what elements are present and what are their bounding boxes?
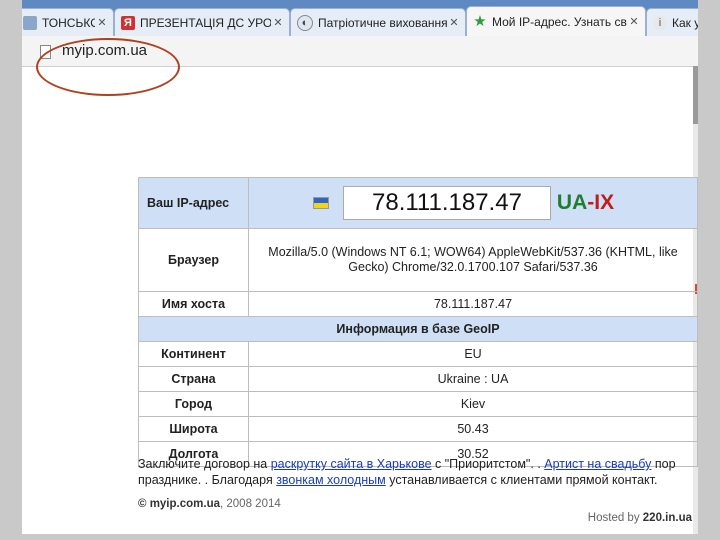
close-icon[interactable]: ✕ — [627, 15, 641, 28]
copyright: © myip.com.ua, 2008 2014 — [138, 498, 281, 510]
country-value: Ukraine : UA — [248, 366, 698, 392]
tab-1[interactable]: ТОНСЬКОЇ З ✕ — [22, 8, 114, 36]
promo-note: Заключите договор на раскрутку сайта в Х… — [138, 456, 698, 488]
continent-value: EU — [248, 341, 698, 367]
ip-address-value: 78.111.187.47 — [343, 186, 551, 220]
close-icon[interactable]: ✕ — [447, 16, 461, 29]
close-icon[interactable]: ✕ — [271, 16, 285, 29]
info-icon: i — [653, 15, 667, 30]
ukraine-flag-icon — [313, 197, 329, 209]
tab-bar: ТОНСЬКОЇ З ✕ Я ПРЕЗЕНТАЦІЯ ДС УРОКУ ✕ ◐ … — [22, 0, 698, 36]
isp-ix: IX — [594, 191, 615, 214]
web-icon: ◐ — [297, 14, 313, 31]
yandex-icon: Я — [121, 15, 135, 30]
city-value: Kiev — [248, 391, 698, 417]
slide-frame-right — [698, 0, 720, 540]
geoip-header-row: Информация в базе GeoIP — [138, 316, 698, 342]
table-row: Широта 50.43 — [138, 416, 698, 442]
artist-link[interactable]: Артист на свадьбу — [544, 457, 651, 471]
city-label: Город — [138, 391, 249, 417]
host-label: Имя хоста — [138, 291, 249, 317]
slide-frame-left — [0, 0, 22, 540]
host-row: Имя хоста 78.111.187.47 — [138, 291, 698, 317]
note-text: пор — [651, 457, 676, 471]
tab-title: Как уз — [672, 15, 698, 30]
isp-ua: UA — [556, 191, 588, 214]
country-label: Страна — [138, 366, 249, 392]
seo-link[interactable]: раскрутку сайта в Харькове — [271, 457, 432, 471]
page-icon — [23, 15, 37, 30]
note-text: устанавливается с клиентами прямой конта… — [385, 473, 658, 487]
annotation-oval — [36, 38, 180, 96]
host-value: 78.111.187.47 — [248, 291, 698, 317]
isp-name: UA-IX — [557, 191, 614, 215]
tab-title: ТОНСЬКОЇ З — [42, 15, 95, 30]
table-row: Континент EU — [138, 341, 698, 367]
note-text: Заключите договор на — [138, 457, 271, 471]
latitude-value: 50.43 — [248, 416, 698, 442]
tab-title: Мой IP-адрес. Узнать сво — [492, 14, 627, 29]
ip-row: Ваш IP-адрес 78.111.187.47 UA-IX — [138, 177, 698, 229]
geoip-header: Информация в базе GeoIP — [138, 316, 698, 342]
star-icon: ★ — [473, 12, 487, 30]
latitude-label: Широта — [138, 416, 249, 442]
tab-2[interactable]: Я ПРЕЗЕНТАЦІЯ ДС УРОКУ ✕ — [114, 8, 290, 36]
table-row: Страна Ukraine : UA — [138, 366, 698, 392]
close-icon[interactable]: ✕ — [95, 16, 109, 29]
copyright-site: myip.com.ua — [149, 498, 220, 510]
ip-cell: 78.111.187.47 UA-IX — [248, 177, 698, 229]
tab-4-active[interactable]: ★ Мой IP-адрес. Узнать сво ✕ — [466, 6, 646, 36]
browser-screenshot: ТОНСЬКОЇ З ✕ Я ПРЕЗЕНТАЦІЯ ДС УРОКУ ✕ ◐ … — [22, 0, 698, 534]
copyright-years: , 2008 2014 — [220, 498, 281, 510]
hosted-label: Hosted by — [587, 512, 643, 524]
tab-title: Патріотичне виховання в — [318, 15, 447, 30]
browser-row: Браузер Mozilla/5.0 (Windows NT 6.1; WOW… — [138, 228, 698, 292]
browser-value: Mozilla/5.0 (Windows NT 6.1; WOW64) Appl… — [248, 228, 698, 292]
ip-info-table: Ваш IP-адрес 78.111.187.47 UA-IX Браузер … — [138, 177, 698, 467]
table-row: Город Kiev — [138, 391, 698, 417]
continent-label: Континент — [138, 341, 249, 367]
browser-label: Браузер — [138, 228, 249, 292]
cold-calls-link[interactable]: звонкам холодным — [276, 473, 386, 487]
ip-label: Ваш IP-адрес — [138, 177, 249, 229]
tab-5[interactable]: i Как уз — [646, 8, 698, 36]
hosted-by: Hosted by 220.in.ua — [588, 512, 692, 524]
copyright-symbol: © — [138, 498, 147, 510]
tab-3[interactable]: ◐ Патріотичне виховання в ✕ — [290, 8, 466, 36]
note-text: празднике. . Благодаря — [138, 473, 277, 487]
note-text: с "Приоритстом". . — [431, 457, 545, 471]
slide-frame-bottom — [0, 534, 720, 540]
scrollbar-thumb[interactable] — [693, 66, 698, 124]
tab-title: ПРЕЗЕНТАЦІЯ ДС УРОКУ — [140, 15, 271, 30]
hosted-site: 220.in.ua — [642, 512, 692, 524]
